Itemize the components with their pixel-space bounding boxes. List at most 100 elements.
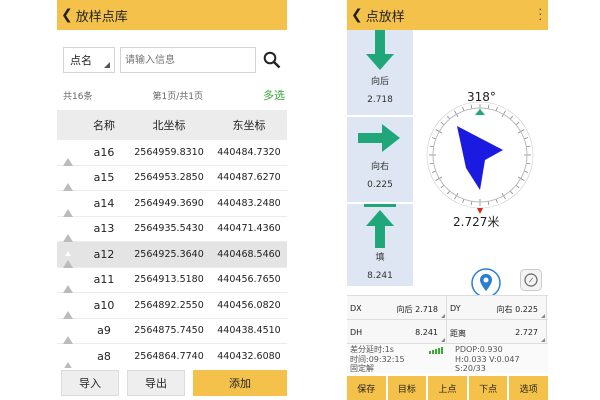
dh-label: DH	[350, 328, 363, 337]
compass-tick	[487, 201, 490, 206]
compass-dial-icon	[426, 101, 534, 214]
cell-east: 440456.0820	[217, 299, 281, 311]
compass-tick	[431, 137, 436, 140]
triangle-icon	[63, 274, 73, 294]
triangle-icon	[63, 325, 73, 345]
compass-tick	[509, 190, 514, 195]
compass-tick	[526, 145, 531, 148]
direction-value-back: 2.718	[367, 95, 393, 105]
compass-tick	[524, 137, 529, 140]
compass-tick	[440, 121, 445, 126]
arrow-right-icon	[358, 124, 400, 152]
cell-name: a8	[97, 349, 111, 363]
multi-select-button[interactable]: 多选	[263, 87, 285, 103]
dh-cell[interactable]: DH 8.241	[347, 320, 447, 343]
gnss-status: 差分延时:1s 时间:09:32:15 固定解 PDOP:0.930 H:0.0…	[347, 343, 548, 373]
more-menu-icon[interactable]: · · ·	[539, 4, 543, 25]
search-field-select[interactable]: 点名	[63, 47, 115, 73]
compass-toggle-icon[interactable]	[520, 269, 542, 291]
distance-label: 距离	[450, 329, 466, 338]
direction-label-fill: 填	[375, 253, 385, 263]
compass-area: 318° 2.727米	[413, 30, 548, 298]
compass-tick	[440, 184, 445, 189]
search-icon[interactable]	[261, 49, 283, 71]
compass-tick	[515, 184, 520, 189]
save-button[interactable]: 保存	[347, 376, 386, 400]
table-row[interactable]: a9 2564875.7450 440438.4510	[57, 319, 287, 345]
signal-bars-icon	[429, 347, 443, 354]
measurement-grid: DX 向后 2.718 DY 向右 0.225 DH 8.241 距离 2.727 差分…	[347, 295, 548, 373]
table-row[interactable]: a15 2564953.2850 440487.6270	[57, 166, 287, 192]
back-arrow-icon[interactable]: ❮	[351, 7, 363, 23]
compass-tick	[446, 190, 451, 195]
cell-east: 440456.7650	[217, 274, 281, 286]
compass-tick	[429, 145, 434, 148]
back-arrow-icon[interactable]: ❮	[61, 7, 73, 23]
cell-north: 2564864.7740	[134, 350, 204, 362]
action-bar: 保存 目标 上点 下点 选项	[347, 376, 548, 400]
cell-north: 2564959.8310	[134, 146, 204, 158]
cell-east: 440438.4510	[217, 325, 281, 337]
direction-value-right: 0.225	[367, 180, 393, 190]
compass-tick	[462, 199, 465, 204]
options-button[interactable]: 选项	[509, 376, 548, 400]
dropdown-corner-icon	[104, 62, 110, 68]
dy-value: 向右 0.225	[496, 305, 538, 314]
cell-east: 440483.2480	[217, 197, 281, 209]
cell-north: 2564925.3640	[134, 248, 204, 260]
cell-east: 440432.6080	[217, 350, 281, 362]
search-input[interactable]	[120, 47, 256, 73]
dy-cell[interactable]: DY 向右 0.225	[447, 296, 547, 319]
arrow-up-bar-icon	[364, 204, 396, 248]
table-row[interactable]: a12 2564925.3640 440468.5460	[57, 242, 287, 268]
cell-east: 440468.5460	[217, 248, 281, 260]
compass-tick	[431, 170, 436, 173]
previous-point-button[interactable]: 上点	[428, 376, 467, 400]
table-row[interactable]: a13 2564935.5430 440471.4360	[57, 217, 287, 243]
direction-label-back: 向后	[370, 77, 389, 87]
compass-tick	[509, 115, 514, 120]
export-button[interactable]: 导出	[127, 370, 185, 396]
bottom-bar: 导入 导出 添加	[57, 368, 287, 400]
solution-status: 固定解	[350, 364, 374, 373]
import-button[interactable]: 导入	[61, 370, 119, 396]
hv-precision: H:0.033 V:0.047	[455, 354, 520, 364]
cell-north: 2564949.3690	[134, 197, 204, 209]
direction-cell-fill: 填 8.241	[347, 204, 413, 288]
measurement-row: DX 向后 2.718 DY 向右 0.225	[347, 295, 548, 319]
table-row[interactable]: a14 2564949.3690 440483.2480	[57, 191, 287, 217]
cell-name: a10	[93, 298, 115, 312]
next-point-button[interactable]: 下点	[468, 376, 508, 400]
distance-readout: 2.727米	[453, 215, 500, 229]
table-row[interactable]: a8 2564864.7740 440432.6080	[57, 344, 287, 370]
stakeout-library-screen: ❮ 放样点库 点名 共16条 第1页/共1页 多选 名称 北坐标 东坐标 a16…	[57, 0, 287, 400]
dx-cell[interactable]: DX 向后 2.718	[347, 296, 447, 319]
compass-tick	[462, 106, 465, 111]
direction-cell-right: 向右 0.225	[347, 117, 413, 204]
measurement-row: DH 8.241 距离 2.727	[347, 319, 548, 343]
compass-tick	[429, 162, 434, 165]
compass-tick	[526, 162, 531, 165]
triangle-icon	[63, 248, 73, 268]
distance-value: 2.727	[515, 328, 538, 337]
cell-name: a9	[97, 324, 111, 338]
cell-name: a13	[93, 222, 115, 236]
column-header-north: 北坐标	[152, 119, 186, 132]
cell-name: a16	[93, 145, 115, 159]
dx-value: 向后 2.718	[396, 305, 438, 314]
cell-name: a11	[93, 273, 115, 287]
table-row[interactable]: a10 2564892.2550 440456.0820	[57, 293, 287, 319]
point-stakeout-screen: ❮ 点放样 · · · 向后 2.718 向右 0.225 填 8.241 318°	[347, 0, 548, 400]
search-field-value: 点名	[70, 54, 92, 67]
compass-tick	[446, 115, 451, 120]
target-button[interactable]: 目标	[387, 376, 427, 400]
arrow-down-icon	[366, 30, 394, 70]
add-button[interactable]: 添加	[193, 370, 287, 396]
distance-cell[interactable]: 距离 2.727	[447, 320, 547, 343]
top-bar: ❮ 点放样 · · ·	[347, 0, 548, 30]
cell-north: 2564935.5430	[134, 223, 204, 235]
locate-icon[interactable]	[471, 268, 501, 298]
table-row[interactable]: a16 2564959.8310 440484.7320	[57, 140, 287, 166]
table-row[interactable]: a11 2564913.5180 440456.7650	[57, 268, 287, 294]
triangle-icon	[63, 172, 73, 192]
